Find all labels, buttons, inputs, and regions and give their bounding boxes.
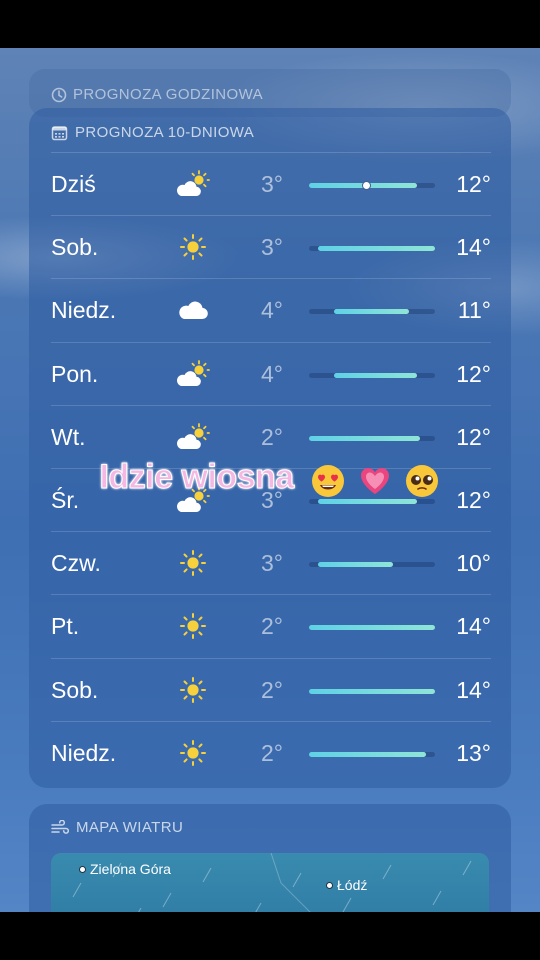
forecast-row[interactable]: Niedz. 2° 13°: [51, 720, 491, 785]
sticker-text: Idzie wiosna: [99, 458, 295, 497]
forecast-low-temp: 2°: [261, 676, 283, 703]
forecast-row[interactable]: Pt. 2° 14°: [51, 594, 491, 658]
temperature-range-bar: [309, 181, 435, 190]
forecast-high-temp: 13°: [456, 739, 491, 766]
forecast-high-temp: 11°: [457, 297, 491, 324]
forecast-row[interactable]: Pon. 4° 12°: [51, 341, 491, 406]
temperature-range-fill: [334, 372, 418, 378]
sun-icon: [176, 611, 210, 641]
temperature-range-fill: [317, 562, 394, 568]
wind-map[interactable]: Zielona Góra Łódź: [51, 853, 489, 912]
forecast-row[interactable]: Niedz. 4° 11°: [51, 278, 491, 342]
pink-heart-emoji: [360, 467, 389, 494]
forecast-high-temp: 12°: [456, 360, 491, 387]
sun-icon: [176, 232, 210, 262]
forecast-high-temp: 12°: [456, 171, 491, 197]
ten-day-forecast-card[interactable]: PROGNOZA 10-DNIOWA Dziś 3° 12° Sob. 3° 14° N…: [29, 108, 511, 788]
city-label: Zielona Góra: [90, 861, 171, 877]
forecast-low-temp: 3°: [261, 171, 283, 197]
forecast-high-temp: 10°: [456, 550, 491, 577]
forecast-low-temp: 2°: [261, 423, 283, 450]
forecast-day-label: Dziś: [51, 171, 96, 197]
forecast-high-temp: 14°: [456, 613, 491, 640]
wind-map-card[interactable]: MAPA WIATRU Zielona Góra Łódź: [29, 804, 511, 912]
forecast-low-temp: 2°: [261, 613, 283, 640]
partly-sunny-icon: [176, 422, 210, 452]
clock-icon: [51, 87, 67, 102]
weather-screen: PROGNOZA GODZINOWA PROGNOZA 10-DNIOWA Dz…: [0, 48, 540, 912]
wind-icon: [51, 820, 69, 834]
hourly-forecast-header: PROGNOZA GODZINOWA: [51, 86, 263, 103]
city-marker: [326, 881, 333, 889]
forecast-low-temp: 3°: [261, 550, 283, 577]
partly-sunny-icon: [176, 359, 210, 389]
forecast-day-label: Czw.: [51, 550, 101, 577]
calendar-icon: [51, 125, 68, 140]
current-temperature-dot: [362, 181, 372, 190]
temperature-range-bar: [309, 435, 435, 441]
city-label: Łódź: [337, 877, 368, 893]
forecast-day-label: Niedz.: [51, 739, 117, 766]
forecast-high-temp: 12°: [456, 423, 491, 450]
city-marker: [79, 865, 86, 873]
ten-day-forecast-header: PROGNOZA 10-DNIOWA: [51, 124, 254, 141]
sun-icon: [176, 548, 210, 578]
forecast-low-temp: 4°: [261, 360, 283, 387]
forecast-low-temp: 4°: [261, 297, 283, 324]
map-city-zielona-gora: Zielona Góra: [79, 861, 171, 877]
temperature-range-fill: [317, 499, 418, 504]
heart-eyes-emoji: [311, 464, 344, 497]
hourly-forecast-title: PROGNOZA GODZINOWA: [73, 86, 263, 103]
temperature-range-fill: [309, 688, 435, 694]
pleading-face-emoji: [405, 464, 438, 497]
temperature-range-bar: [309, 562, 435, 568]
forecast-row[interactable]: Czw. 3° 10°: [51, 531, 491, 595]
forecast-row[interactable]: Sob. 2° 14°: [51, 657, 491, 722]
wind-map-title: MAPA WIATRU: [76, 819, 184, 836]
forecast-high-temp: 14°: [456, 234, 491, 261]
partly-sunny-icon: [176, 169, 210, 199]
forecast-row[interactable]: Dziś 3° 12°: [51, 152, 491, 216]
temperature-range-bar: [309, 246, 435, 252]
temperature-range-fill: [309, 751, 427, 757]
map-city-lodz: Łódź: [326, 877, 367, 893]
temperature-range-fill: [309, 435, 420, 441]
sticker-caption: Idzie wiosna: [0, 458, 540, 499]
forecast-high-temp: 14°: [456, 676, 491, 703]
forecast-day-label: Pon.: [51, 360, 99, 387]
temperature-range-fill: [317, 246, 435, 252]
forecast-row[interactable]: Sob. 3° 14°: [51, 215, 491, 279]
temperature-range-fill: [309, 625, 435, 631]
temperature-range-bar: [309, 372, 435, 378]
forecast-day-label: Wt.: [51, 423, 86, 450]
sticker-emojis: [309, 460, 441, 499]
temperature-range-bar: [309, 499, 435, 504]
forecast-low-temp: 3°: [261, 234, 283, 261]
temperature-range-bar: [309, 309, 435, 315]
temperature-range-bar: [309, 688, 435, 694]
bottom-black-bar: [0, 912, 540, 960]
forecast-day-label: Sob.: [51, 234, 99, 261]
sun-icon: [176, 675, 210, 705]
forecast-day-label: Sob.: [51, 676, 99, 703]
forecast-day-label: Pt.: [51, 613, 80, 640]
cloud-icon: [176, 295, 210, 325]
wind-map-header: MAPA WIATRU: [51, 819, 183, 836]
temperature-range-fill: [334, 309, 409, 315]
forecast-low-temp: 2°: [261, 739, 283, 766]
ten-day-forecast-title: PROGNOZA 10-DNIOWA: [75, 124, 255, 141]
temperature-range-bar: [309, 625, 435, 631]
forecast-day-label: Niedz.: [51, 297, 117, 324]
sun-icon: [176, 738, 210, 768]
temperature-range-bar: [309, 751, 435, 757]
